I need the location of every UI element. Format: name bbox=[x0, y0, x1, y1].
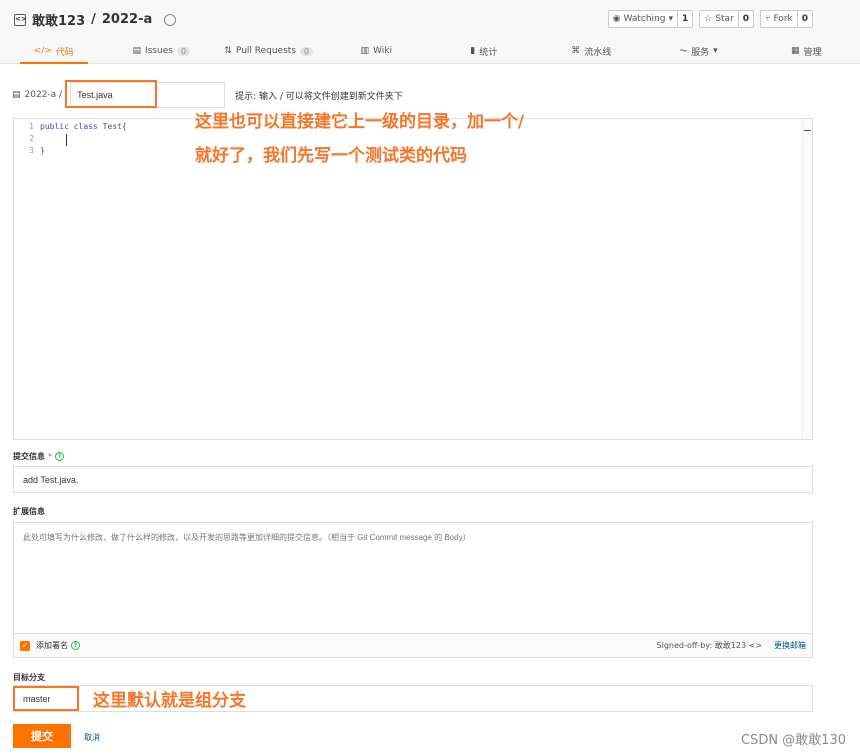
star-button[interactable]: ☆ Star 0 bbox=[699, 10, 755, 28]
breadcrumb-repo[interactable]: 2022-a / bbox=[25, 90, 63, 100]
cancel-link[interactable]: 取消 bbox=[84, 732, 100, 743]
breadcrumb: ▤ 2022-a / bbox=[12, 90, 62, 100]
help-icon[interactable]: ? bbox=[71, 641, 80, 650]
service-icon: ⏦ bbox=[679, 46, 688, 56]
tab-pull-requests[interactable]: ⇅ Pull Requests 0 bbox=[215, 38, 323, 64]
star-count: 0 bbox=[742, 14, 750, 24]
repo-header: <> 敢敢123 / 2022-a ◉ Watching ▾ 1 ☆ Star 0 ⑂… bbox=[0, 0, 860, 64]
signoff-bar: ✓ 添加署名 ? Signed-off-by: 敢敢123 <> 更换邮箱 bbox=[13, 634, 813, 658]
hint-label: 提示: bbox=[235, 91, 257, 102]
repo-title: <> 敢敢123 / 2022-a bbox=[14, 10, 177, 29]
text-cursor bbox=[66, 134, 67, 146]
pr-count-badge: 0 bbox=[300, 46, 314, 56]
fork-button[interactable]: ⑂ Fork 0 bbox=[760, 10, 813, 28]
repo-owner[interactable]: 敢敢123 bbox=[32, 10, 85, 29]
pr-icon: ⇅ bbox=[224, 46, 232, 56]
signoff-checkbox[interactable]: ✓ bbox=[20, 640, 30, 651]
code-line: 2 bbox=[14, 133, 40, 145]
line-number: 3 bbox=[29, 146, 34, 155]
repo-separator: / bbox=[91, 12, 96, 27]
extended-info-label: 扩展信息 bbox=[13, 507, 45, 516]
path-hint: 提示: 输入 / 可以将文件创建到新文件夹下 bbox=[235, 89, 403, 102]
signoff-text: Signed-off-by: 敢敢123 <> bbox=[656, 641, 762, 650]
repo-icon: <> bbox=[14, 13, 27, 26]
tab-wiki[interactable]: ▥ Wiki bbox=[323, 38, 431, 64]
caret-down-icon: ▾ bbox=[668, 14, 673, 24]
help-icon[interactable]: ? bbox=[55, 452, 64, 461]
commit-label-text: 提交信息 bbox=[13, 452, 45, 461]
filename-highlight-box bbox=[65, 80, 157, 108]
issues-count-badge: 0 bbox=[176, 46, 191, 56]
fork-label: Fork bbox=[773, 14, 793, 24]
folder-icon: ▤ bbox=[12, 90, 21, 100]
annotation-line-2: 就好了，我们先写一个测试类的代码 bbox=[195, 146, 467, 166]
tab-label: 代码 bbox=[55, 47, 74, 58]
eye-icon: ◉ bbox=[612, 14, 621, 24]
line-number: 2 bbox=[29, 134, 34, 143]
target-branch-label: 目标分支 bbox=[13, 673, 45, 682]
tab-issues[interactable]: ▤ Issues 0 bbox=[108, 38, 216, 64]
line-number: 1 bbox=[29, 122, 34, 131]
annotation-branch-note: 这里默认就是组分支 bbox=[93, 691, 246, 711]
tab-code[interactable]: </> 代码 bbox=[0, 38, 108, 64]
tab-label: Issues bbox=[144, 46, 173, 56]
tab-manage[interactable]: ▦ 管理 bbox=[753, 38, 860, 64]
tab-stats[interactable]: ▮ 统计 bbox=[430, 38, 538, 64]
submit-button[interactable]: 提交 bbox=[13, 724, 71, 748]
change-email-link[interactable]: 更换邮箱 bbox=[774, 640, 806, 651]
repo-actions: ◉ Watching ▾ 1 ☆ Star 0 ⑂ Fork 0 bbox=[607, 10, 813, 28]
verified-icon bbox=[164, 13, 177, 26]
hint-text: 输入 / 可以将文件创建到新文件夹下 bbox=[259, 91, 403, 102]
chevron-down-icon: ▾ bbox=[713, 46, 718, 56]
pipeline-icon: ⌘ bbox=[571, 46, 581, 56]
extended-info-textarea[interactable] bbox=[13, 522, 813, 634]
tab-label: Pull Requests bbox=[235, 46, 297, 56]
tab-service[interactable]: ⏦ 服务 ▾ bbox=[645, 38, 753, 64]
tab-pipeline[interactable]: ⌘ 流水线 bbox=[538, 38, 646, 64]
fork-icon: ⑂ bbox=[765, 14, 771, 24]
wiki-icon: ▥ bbox=[360, 46, 370, 56]
tab-label: 流水线 bbox=[584, 47, 612, 58]
annotation-line-1: 这里也可以直接建它上一级的目录，加一个/ bbox=[195, 112, 525, 132]
code-icon: </> bbox=[33, 46, 52, 56]
watch-count: 1 bbox=[681, 14, 689, 24]
code-text: } bbox=[40, 146, 45, 155]
tab-label: 统计 bbox=[479, 47, 498, 58]
commit-message-label: 提交信息 * ? bbox=[13, 451, 64, 462]
code-text: Test{ bbox=[102, 122, 127, 131]
star-icon: ☆ bbox=[704, 14, 713, 24]
tab-label: 管理 bbox=[803, 47, 822, 58]
manage-icon: ▦ bbox=[790, 46, 800, 56]
code-line: 1 public class Test{ bbox=[14, 121, 127, 133]
repo-tabs: </> 代码 ▤ Issues 0 ⇅ Pull Requests 0 ▥ Wiki ▮ 统计… bbox=[0, 38, 860, 64]
repo-name[interactable]: 2022-a bbox=[102, 12, 152, 27]
issues-icon: ▤ bbox=[132, 46, 141, 56]
commit-message-input[interactable] bbox=[13, 466, 813, 493]
branch-highlight-box bbox=[13, 686, 79, 711]
code-line: 3 } bbox=[14, 145, 45, 157]
fork-count: 0 bbox=[801, 14, 808, 24]
tab-label: Wiki bbox=[373, 46, 392, 56]
editor-scrollbar[interactable] bbox=[802, 119, 812, 439]
keyword: public bbox=[40, 122, 69, 131]
keyword: class bbox=[73, 122, 98, 131]
watermark: CSDN @敢敢130 bbox=[740, 733, 846, 748]
required-mark: * bbox=[48, 452, 52, 461]
stats-icon: ▮ bbox=[470, 46, 476, 56]
tab-label: 服务 bbox=[691, 47, 710, 58]
scroll-marker bbox=[804, 130, 811, 131]
watch-label: Watching bbox=[623, 14, 666, 24]
signoff-checkbox-label: 添加署名 bbox=[36, 641, 68, 650]
watch-button[interactable]: ◉ Watching ▾ 1 bbox=[607, 10, 694, 28]
star-label: Star bbox=[715, 14, 734, 24]
